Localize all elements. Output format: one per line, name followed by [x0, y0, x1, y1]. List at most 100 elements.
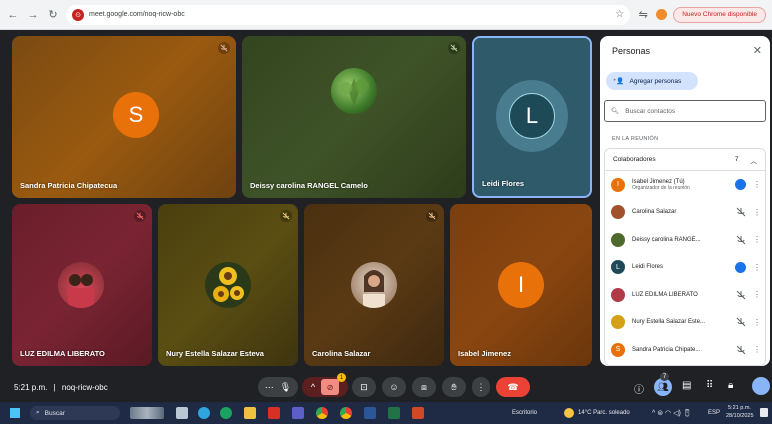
clock-time[interactable]: 5:21 p.m. — [728, 405, 751, 411]
participant-tile[interactable]: I Isabel Jimenez — [450, 204, 592, 366]
excel-icon[interactable] — [388, 407, 400, 419]
more-options-button[interactable]: ⋮ — [472, 377, 490, 397]
language-label[interactable]: ESP — [708, 410, 720, 416]
search-contacts-input[interactable]: 🔍︎ Buscar contactos — [604, 100, 766, 122]
search-icon: ⌕ — [36, 409, 40, 416]
list-item[interactable]: Nury Estella Salazar Este... ⋮ — [605, 309, 765, 337]
activities-icon[interactable]: ⠿ — [706, 380, 713, 391]
forward-icon[interactable]: → — [26, 8, 40, 22]
hang-up-icon: ☎ — [507, 381, 519, 392]
chat-icon[interactable]: ▤ — [682, 380, 691, 391]
person-avatar — [611, 232, 625, 247]
participant-tile[interactable]: LUZ EDILMA LIBERATO — [12, 204, 152, 366]
person-avatar — [611, 287, 625, 302]
extensions-icon[interactable]: ⇋ — [636, 8, 650, 22]
chevron-up-icon: ^ — [310, 382, 316, 392]
mic-off-icon[interactable] — [736, 345, 746, 355]
person-avatar — [611, 315, 625, 330]
more-vert-icon[interactable]: ⋮ — [753, 263, 761, 272]
more-options-active-icon[interactable] — [735, 179, 746, 191]
more-horiz-icon: ⋯ — [264, 381, 274, 392]
task-view-icon[interactable] — [176, 407, 188, 419]
participant-name: Nury Estella Salazar Esteva — [166, 349, 264, 358]
section-label: EN LA REUNIÓN — [612, 136, 659, 142]
reload-icon[interactable]: ↻ — [46, 8, 60, 22]
chevron-up-icon[interactable]: ︿ — [751, 155, 758, 165]
captions-button[interactable]: ⊡ — [352, 377, 376, 397]
word-icon[interactable] — [364, 407, 376, 419]
leave-call-button[interactable]: ☎ — [496, 377, 530, 397]
mic-button[interactable]: ⋯ 🎙︎ — [258, 377, 298, 397]
address-bar[interactable]: ⊙ meet.google.com/noq-ricw-obc ☆ — [66, 4, 631, 25]
participant-tile[interactable]: S Sandra Patricia Chipatecua — [12, 36, 236, 198]
more-vert-icon[interactable]: ⋮ — [753, 290, 761, 299]
system-tray-icons[interactable]: ^ ⊜ ◠ ◁) 🔋︎ — [652, 409, 692, 417]
search-icon: 🔍︎ — [611, 108, 620, 115]
notifications-icon[interactable] — [760, 408, 768, 417]
update-chrome-button[interactable]: Nuevo Chrome disponible — [673, 6, 766, 23]
meeting-controls: 5:21 p.m. | noq-ricw-obc ⋯ 🎙︎ ^ ⊘ 1 ⊡ ☺ … — [0, 372, 772, 402]
list-item[interactable]: L Leidi Flores ⋮ — [605, 254, 765, 282]
more-vert-icon[interactable]: ⋮ — [753, 208, 761, 217]
browser-icon[interactable] — [220, 407, 232, 419]
participant-name: LUZ EDILMA LIBERATO — [20, 349, 105, 358]
list-item[interactable]: Deissy carolina RANGE... ⋮ — [605, 226, 765, 254]
browser-toolbar: ← → ↻ ⊙ meet.google.com/noq-ricw-obc ☆ ⇋… — [0, 0, 772, 30]
list-item[interactable]: I Isabel Jimenez (Tú) Organizador de la r… — [605, 171, 765, 199]
add-person-icon: ⁺👤 — [613, 78, 625, 85]
host-controls-icon[interactable]: 🔒︎ — [728, 380, 733, 391]
people-count-badge: 7 — [660, 372, 669, 381]
chrome-profile-icon[interactable] — [340, 407, 352, 419]
participant-tile[interactable]: Deissy carolina RANGEL Camelo — [242, 36, 466, 198]
mic-off-icon[interactable] — [736, 317, 746, 327]
list-item[interactable]: S Sandra Patricia Chipate... ⋮ — [605, 336, 765, 364]
collaborators-header[interactable]: Colaboradores 7 ︿ — [605, 149, 765, 171]
more-vert-icon[interactable]: ⋮ — [753, 318, 761, 327]
more-vert-icon[interactable]: ⋮ — [753, 345, 761, 354]
chrome-icon[interactable] — [316, 407, 328, 419]
list-item[interactable]: Carolina Salazar ⋮ — [605, 199, 765, 227]
participant-tile[interactable]: Nury Estella Salazar Esteva — [158, 204, 298, 366]
windows-start-icon[interactable] — [10, 408, 20, 418]
people-button[interactable]: 👥︎ 7 — [654, 372, 672, 396]
acrobat-icon[interactable] — [268, 407, 280, 419]
info-icon[interactable]: ⓘ — [634, 381, 644, 396]
desktop-label[interactable]: Escritorio — [512, 410, 537, 416]
add-people-label: Agregar personas — [629, 77, 682, 85]
mic-off-icon[interactable] — [736, 235, 746, 245]
gemini-icon[interactable] — [752, 377, 770, 395]
site-info-icon[interactable]: ⊙ — [72, 8, 84, 21]
participant-tile-active[interactable]: L Leidi Flores — [472, 36, 592, 198]
meeting-separator: | — [53, 382, 56, 392]
present-button[interactable]: ⧈ — [412, 377, 436, 397]
mic-off-icon[interactable] — [736, 207, 746, 217]
mic-muted-icon — [448, 42, 460, 54]
people-photo-icon[interactable] — [130, 407, 164, 419]
list-item[interactable]: LUZ EDILMA LIBERATO ⋮ — [605, 281, 765, 309]
close-icon[interactable]: ✕ — [753, 44, 762, 57]
mic-off-icon[interactable] — [736, 290, 746, 300]
group-count: 7 — [734, 156, 739, 163]
profile-avatar[interactable] — [656, 9, 668, 20]
powerpoint-icon[interactable] — [412, 407, 424, 419]
bookmark-star-icon[interactable]: ☆ — [615, 9, 624, 20]
panel-title: Personas — [612, 46, 651, 56]
more-vert-icon[interactable]: ⋮ — [753, 180, 761, 189]
people-icon: 👥︎ — [657, 381, 669, 392]
participant-tile[interactable]: Carolina Salazar — [304, 204, 444, 366]
clock-date[interactable]: 28/10/2025 — [726, 413, 754, 419]
camera-button[interactable]: ^ ⊘ 1 — [302, 373, 348, 397]
back-icon[interactable]: ← — [6, 8, 20, 22]
emoji-button[interactable]: ☺ — [382, 377, 406, 397]
file-explorer-icon[interactable] — [244, 407, 256, 419]
add-people-button[interactable]: ⁺👤 Agregar personas — [606, 72, 698, 90]
edge-icon[interactable] — [198, 407, 210, 419]
weather-label[interactable]: 14°C Parc. soleado — [578, 410, 630, 416]
mic-muted-icon — [218, 42, 230, 54]
speaking-indicator-icon — [735, 261, 746, 273]
teams-icon[interactable] — [292, 407, 304, 419]
taskbar-search[interactable]: ⌕ Buscar — [30, 406, 120, 420]
more-vert-icon[interactable]: ⋮ — [753, 235, 761, 244]
participant-name: Deissy carolina RANGEL Camelo — [250, 181, 368, 190]
raise-hand-button[interactable]: ✋︎ — [442, 377, 466, 397]
